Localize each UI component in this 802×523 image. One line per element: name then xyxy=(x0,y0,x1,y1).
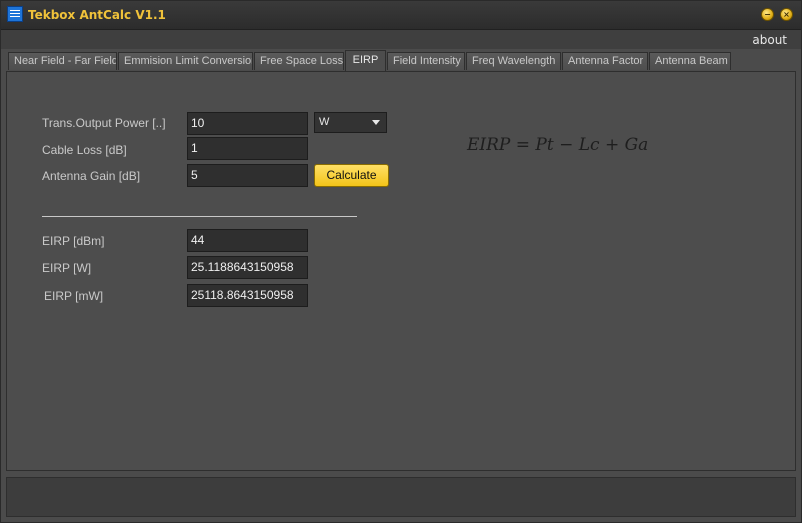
tab-emmision-limit-conversion[interactable]: Emmision Limit Conversion xyxy=(118,52,253,70)
tab-near-field-far-field[interactable]: Near Field - Far Field xyxy=(8,52,117,70)
app-icon xyxy=(7,6,23,22)
app-window: Tekbox AntCalc V1.1 − × about Near Field… xyxy=(0,0,802,523)
menu-bar: about xyxy=(1,30,801,49)
tab-free-space-loss[interactable]: Free Space Loss xyxy=(254,52,344,70)
eirp-panel: Trans.Output Power [..] 10 W Cable Loss … xyxy=(6,71,796,471)
trans-power-input[interactable]: 10 xyxy=(187,112,308,135)
eirp-w-label: EIRP [W] xyxy=(42,261,92,275)
section-divider xyxy=(42,216,357,217)
power-unit-dropdown[interactable]: W xyxy=(314,112,387,133)
about-menu-item[interactable]: about xyxy=(752,33,787,47)
tab-field-intensity[interactable]: Field Intensity xyxy=(387,52,465,70)
eirp-mw-output[interactable]: 25118.8643150958 xyxy=(187,284,308,307)
antenna-gain-label: Antenna Gain [dB] xyxy=(42,169,141,183)
status-bar xyxy=(6,477,796,517)
eirp-mw-label: EIRP [mW] xyxy=(44,289,104,303)
minimize-icon[interactable]: − xyxy=(761,8,774,21)
tab-eirp[interactable]: EIRP xyxy=(345,50,386,71)
eirp-dbm-output[interactable]: 44 xyxy=(187,229,308,252)
cable-loss-input[interactable]: 1 xyxy=(187,137,308,160)
eirp-w-output[interactable]: 25.1188643150958 xyxy=(187,256,308,279)
eirp-dbm-label: EIRP [dBm] xyxy=(42,234,105,248)
chevron-down-icon xyxy=(372,120,380,125)
antenna-gain-input[interactable]: 5 xyxy=(187,164,308,187)
title-bar: Tekbox AntCalc V1.1 − × xyxy=(1,1,801,30)
tab-freq-wavelength[interactable]: Freq Wavelength xyxy=(466,52,561,70)
power-unit-value: W xyxy=(319,116,330,128)
eirp-formula: EIRP = Pt − Lc + Ga xyxy=(467,135,649,155)
tab-antenna-beam[interactable]: Antenna Beam xyxy=(649,52,731,70)
tab-antenna-factor[interactable]: Antenna Factor xyxy=(562,52,648,70)
tab-bar: Near Field - Far Field Emmision Limit Co… xyxy=(1,50,801,71)
window-title: Tekbox AntCalc V1.1 xyxy=(28,8,166,22)
cable-loss-label: Cable Loss [dB] xyxy=(42,143,127,157)
trans-power-label: Trans.Output Power [..] xyxy=(42,116,166,130)
close-icon[interactable]: × xyxy=(780,8,793,21)
calculate-button[interactable]: Calculate xyxy=(314,164,389,187)
